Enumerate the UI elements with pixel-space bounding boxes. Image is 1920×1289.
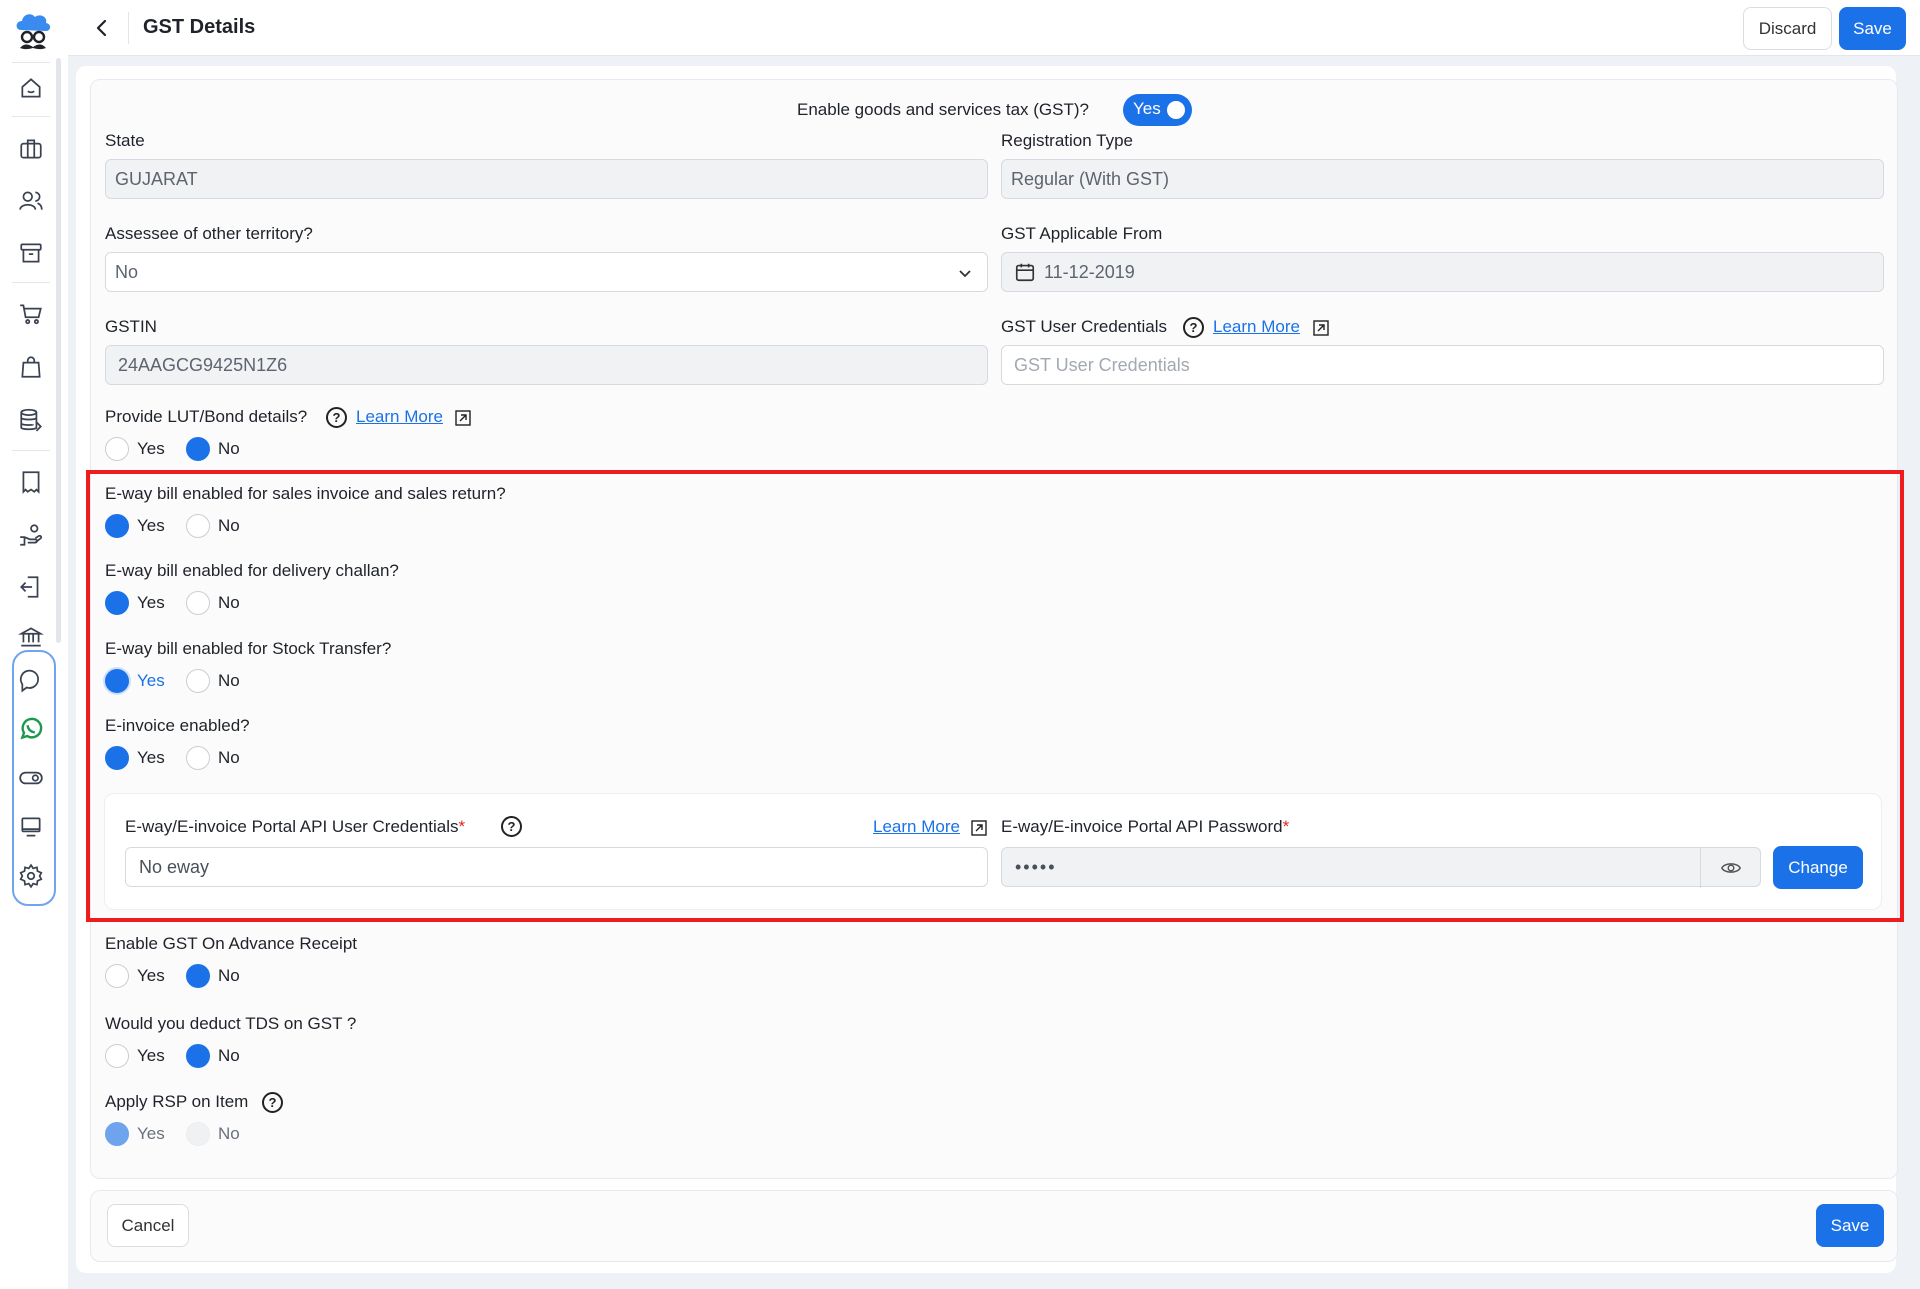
radio-label-no: No [218,1046,240,1065]
radio-label-yes: Yes [137,1046,165,1065]
cancel-button[interactable]: Cancel [107,1204,189,1247]
toggle-knob [1167,101,1185,119]
lut-learn-more-link[interactable]: Learn More [356,407,443,427]
gst-applicable-from-field: 11-12-2019 [1001,252,1884,292]
calendar-icon [1015,263,1035,282]
state-value: GUJARAT [115,168,198,189]
bag-icon[interactable] [16,352,46,382]
gst-applicable-from-value: 11-12-2019 [1044,261,1135,282]
assessee-select[interactable]: No [105,252,988,292]
rsp-no-radio [186,1122,210,1146]
sidebar-divider [12,116,50,117]
receipt-icon[interactable] [16,467,46,497]
app-logo[interactable] [13,8,53,54]
users-icon[interactable] [16,186,46,216]
save-button[interactable]: Save [1839,7,1906,50]
sidebar-divider [12,450,50,451]
chat-icon[interactable] [16,666,46,696]
advance-receipt-yes-radio[interactable] [105,964,129,988]
home-icon[interactable] [16,73,46,103]
hand-coins-icon[interactable] [16,520,46,550]
gst-enable-toggle[interactable]: Yes [1123,94,1192,126]
gst-enable-question: Enable goods and services tax (GST)? [797,100,1089,119]
sidebar-divider [12,62,50,63]
tds-yes-radio[interactable] [105,1044,129,1068]
briefcase-icon[interactable] [16,134,46,164]
registration-type-field: Regular (With GST) [1001,159,1884,199]
radio-label-no: No [218,1124,240,1143]
sidebar [0,0,68,1289]
gst-user-credentials-placeholder: GST User Credentials [1014,354,1190,375]
registration-type-label: Registration Type [1001,131,1133,150]
registration-type-value: Regular (With GST) [1011,168,1170,189]
lut-bond-label: Provide LUT/Bond details? [105,407,308,426]
return-icon[interactable] [16,572,46,602]
cart-icon[interactable] [16,299,46,329]
gst-user-credentials-input[interactable]: GST User Credentials [1001,345,1884,385]
chevron-down-icon [959,270,971,278]
highlight-box [86,470,1904,922]
radio-label-yes: Yes [137,439,165,458]
gstin-label: GSTIN [105,317,157,336]
gst-applicable-from-label: GST Applicable From [1001,224,1163,243]
radio-label-no: No [218,966,240,985]
help-icon[interactable]: ? [326,407,347,428]
gst-credentials-learn-more-link[interactable]: Learn More [1213,317,1300,337]
form-footer [90,1190,1898,1262]
sidebar-scrollbar[interactable] [56,58,61,643]
assessee-label: Assessee of other territory? [105,224,313,243]
state-field: GUJARAT [105,159,988,199]
gst-user-credentials-label: GST User Credentials [1001,317,1167,336]
back-arrow-icon[interactable] [88,14,116,42]
radio-label-no: No [218,439,240,458]
help-icon[interactable]: ? [262,1092,283,1113]
external-link-icon[interactable] [1313,320,1329,336]
gst-toggle-label: Yes [1133,99,1161,118]
footer-save-button[interactable]: Save [1816,1204,1884,1247]
tds-no-radio[interactable] [186,1044,210,1068]
toggle-icon[interactable] [16,763,46,793]
gear-icon[interactable] [16,861,46,891]
tds-on-gst-label: Would you deduct TDS on GST ? [105,1014,357,1033]
radio-label-yes: Yes [137,966,165,985]
rsp-on-item-label: Apply RSP on Item [105,1092,249,1111]
archive-icon[interactable] [16,238,46,268]
rsp-yes-radio [105,1122,129,1146]
header-divider [128,12,129,44]
whatsapp-icon[interactable] [16,714,46,744]
monitor-icon[interactable] [16,812,46,842]
lut-no-radio[interactable] [186,437,210,461]
database-icon[interactable] [16,405,46,435]
state-label: State [105,131,145,150]
lut-yes-radio[interactable] [105,437,129,461]
discard-button[interactable]: Discard [1743,7,1832,50]
help-icon[interactable]: ? [1183,317,1204,338]
gstin-field: 24AAGCG9425N1Z6 [105,345,988,385]
bank-icon[interactable] [16,622,46,652]
page-header: GST Details Discard Save [68,0,1920,56]
sidebar-divider [12,282,50,283]
external-link-icon[interactable] [455,410,471,426]
page-title: GST Details [143,16,256,38]
advance-receipt-label: Enable GST On Advance Receipt [105,934,358,953]
advance-receipt-no-radio[interactable] [186,964,210,988]
radio-label-yes: Yes [137,1124,165,1143]
assessee-value: No [115,261,139,282]
gstin-value: 24AAGCG9425N1Z6 [118,354,288,375]
